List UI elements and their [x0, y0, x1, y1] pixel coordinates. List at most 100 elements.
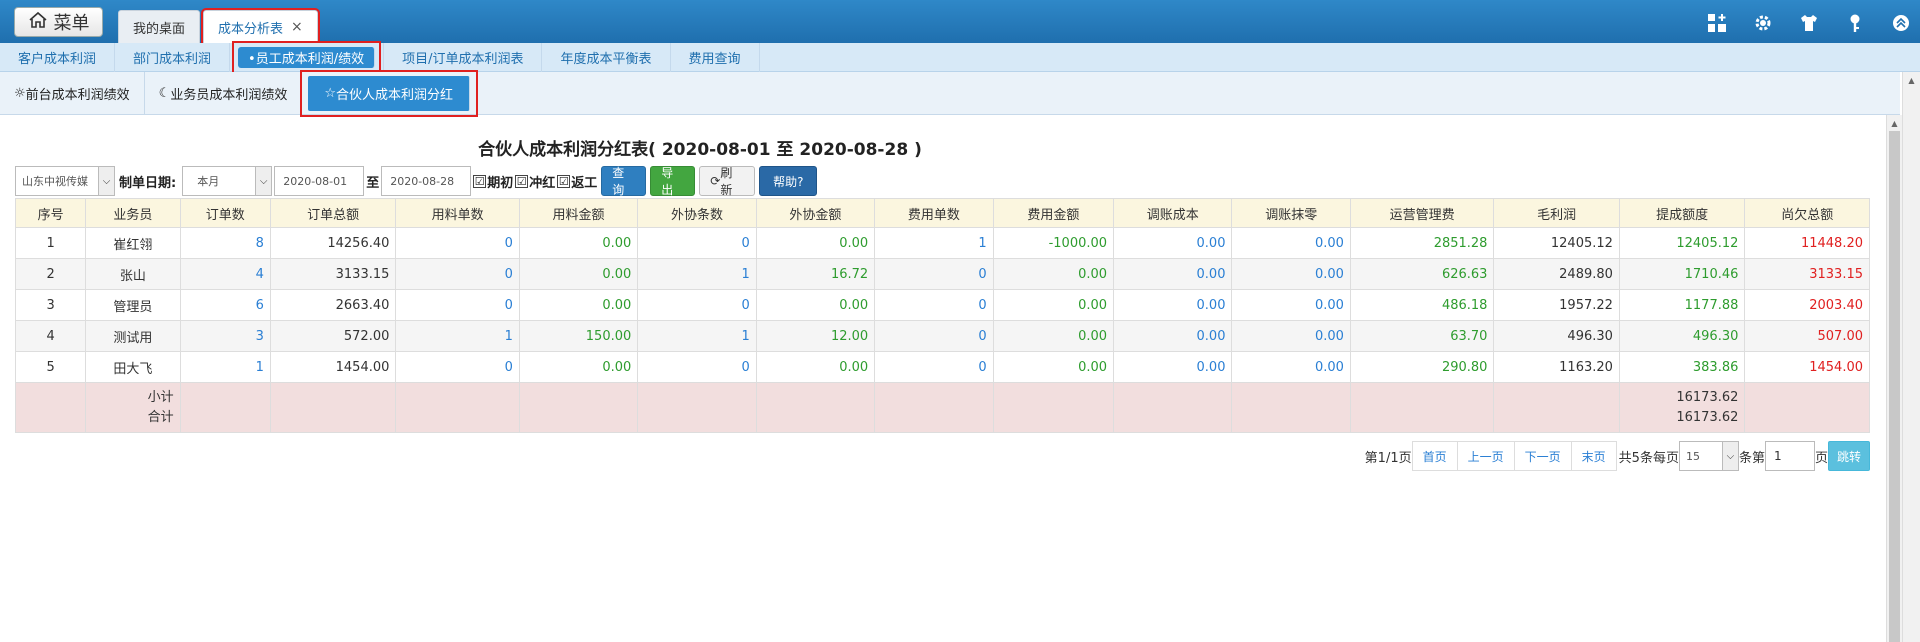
- table-cell[interactable]: 1: [637, 258, 757, 290]
- per-page-value: 15: [1685, 449, 1700, 463]
- col-header: 用料金额: [518, 198, 639, 228]
- per-page-select[interactable]: 15 ⌵: [1678, 441, 1739, 471]
- nav-customer-cost[interactable]: 客户成本利润: [0, 42, 116, 72]
- table-cell[interactable]: 0: [637, 351, 757, 383]
- table-cell[interactable]: 0: [395, 227, 520, 259]
- shirt-icon[interactable]: [1798, 12, 1820, 34]
- nav-expense-query[interactable]: 费用查询: [671, 42, 760, 72]
- help-button[interactable]: 帮助?: [759, 166, 818, 196]
- refresh-button[interactable]: ⟳ 刷新: [699, 166, 756, 197]
- table-cell: 0.00: [755, 351, 876, 383]
- summary-values: 16173.62 16173.62: [1618, 382, 1746, 433]
- company-value: 山东中视传媒: [22, 175, 88, 188]
- table-cell[interactable]: 0: [395, 258, 520, 290]
- summary-cell: [1493, 382, 1620, 433]
- gear-icon[interactable]: [1752, 12, 1774, 34]
- menu-button[interactable]: 菜单: [14, 7, 103, 37]
- table-cell: 383.86: [1618, 351, 1746, 383]
- menu-label: 菜单: [53, 13, 90, 34]
- grid-add-icon[interactable]: [1706, 12, 1728, 34]
- summary-cell: [637, 382, 757, 433]
- go-button[interactable]: 跳转: [1827, 441, 1870, 471]
- table-cell[interactable]: 0: [874, 320, 994, 352]
- last-page-button[interactable]: 末页: [1570, 441, 1617, 471]
- table-cell[interactable]: 8: [179, 227, 271, 259]
- table-cell: 0.00: [518, 258, 639, 290]
- nav-employee-cost-wrap: •员工成本利润/绩效: [232, 40, 382, 74]
- nav-front-desk-performance[interactable]: ☼ 前台成本利润绩效: [0, 71, 145, 115]
- prev-page-button[interactable]: 上一页: [1456, 441, 1515, 471]
- filter-bar: 山东中视传媒 ⌵ 制单日期: 本月 ⌵ 2020-08-01 至 2020-08…: [15, 166, 818, 197]
- table-cell: 626.63: [1349, 258, 1495, 290]
- table-cell: 1957.22: [1493, 289, 1620, 321]
- table-cell: 3133.15: [269, 258, 397, 290]
- table-row[interactable]: 4 测试用 3 572.00 1 150.00 1 12.00 0 0.00 0.00 0.00 63.…: [14, 320, 1870, 352]
- date-to-input[interactable]: 2020-08-28: [381, 166, 472, 196]
- nav-project-cost[interactable]: 项目/订单成本利润表: [383, 42, 543, 72]
- chevron-up-circle-icon[interactable]: [1890, 12, 1912, 34]
- table-cell[interactable]: 0: [637, 289, 757, 321]
- nav-label: 合伙人成本利润分红: [336, 87, 454, 103]
- nav-employee-cost[interactable]: •员工成本利润/绩效: [238, 46, 376, 68]
- date-from-input[interactable]: 2020-08-01: [274, 166, 365, 196]
- tab-cost-analysis[interactable]: 成本分析表 ×: [201, 8, 320, 45]
- table-cell[interactable]: 1: [874, 227, 994, 259]
- table-cell[interactable]: 0: [874, 289, 994, 321]
- table-cell[interactable]: 4: [179, 258, 271, 290]
- table-cell: 14256.40: [269, 227, 397, 259]
- table-cell[interactable]: 0: [395, 351, 520, 383]
- col-header: 费用金额: [992, 198, 1115, 228]
- nav-partner-dividend[interactable]: ☆ 合伙人成本利润分红: [308, 75, 471, 111]
- table-row[interactable]: 5 田大飞 1 1454.00 0 0.00 0 0.00 0 0.00 0.00 0.00 290.8…: [14, 351, 1870, 383]
- table-cell[interactable]: 0: [874, 351, 994, 383]
- checkbox-reversal[interactable]: ☑ 冲红: [515, 172, 555, 191]
- nav-department-cost[interactable]: 部门成本利润: [115, 42, 231, 72]
- table-cell: 0.00: [1231, 351, 1351, 383]
- inner-scrollbar[interactable]: ▲: [1886, 115, 1902, 642]
- table-cell: 田大飞: [85, 351, 181, 383]
- scroll-up-icon[interactable]: ▲: [1887, 115, 1902, 131]
- chevron-down-icon: ⌵: [1721, 442, 1738, 470]
- export-button[interactable]: 导出: [650, 166, 696, 197]
- table-cell[interactable]: 1: [395, 320, 520, 352]
- table-cell[interactable]: 0: [637, 227, 757, 259]
- table-cell[interactable]: 0: [874, 258, 994, 290]
- query-button[interactable]: 查询: [601, 166, 647, 197]
- summary-cell: [1744, 382, 1870, 433]
- nav-salesperson-performance[interactable]: ☾ 业务员成本利润绩效: [145, 71, 303, 115]
- table-row[interactable]: 1 崔红翎 8 14256.40 0 0.00 0 0.00 1 -1000.00 0.00 0.00…: [14, 227, 1870, 259]
- table-row[interactable]: 2 张山 4 3133.15 0 0.00 1 16.72 0 0.00 0.00 0.00 626.6…: [14, 258, 1870, 290]
- table-cell: 2489.80: [1493, 258, 1620, 290]
- table-cell: 0.00: [518, 351, 639, 383]
- summary-labels: 小计 合计: [85, 382, 181, 433]
- nav-annual-balance[interactable]: 年度成本平衡表: [542, 42, 671, 72]
- table-row[interactable]: 3 管理员 6 2663.40 0 0.00 0 0.00 0 0.00 0.00 0.00 486.1…: [14, 289, 1870, 321]
- period-select[interactable]: 本月 ⌵: [182, 166, 273, 196]
- scroll-up-icon[interactable]: ▲: [1903, 72, 1920, 88]
- first-page-button[interactable]: 首页: [1411, 441, 1458, 471]
- page-number-input[interactable]: 1: [1764, 441, 1815, 471]
- scrollbar-thumb[interactable]: [1889, 131, 1900, 642]
- next-page-button[interactable]: 下一页: [1513, 441, 1572, 471]
- tab-desktop[interactable]: 我的桌面: [118, 10, 201, 43]
- table-cell[interactable]: 6: [179, 289, 271, 321]
- close-icon[interactable]: ×: [291, 19, 303, 35]
- company-select[interactable]: 山东中视传媒 ⌵: [15, 166, 115, 196]
- table-cell: 1: [14, 227, 87, 259]
- table-cell[interactable]: 3: [179, 320, 271, 352]
- key-icon[interactable]: [1844, 12, 1866, 34]
- col-header: 尚欠总额: [1744, 198, 1870, 228]
- subtotal-value: 16173.62: [1676, 389, 1739, 405]
- table-cell[interactable]: 1: [637, 320, 757, 352]
- checkbox-opening[interactable]: ☑ 期初: [473, 172, 513, 191]
- col-header: 业务员: [85, 198, 181, 228]
- table-cell[interactable]: 0: [395, 289, 520, 321]
- table-cell: 0.00: [518, 289, 639, 321]
- table-cell: 0.00: [1113, 258, 1233, 290]
- outer-scrollbar[interactable]: ▲: [1902, 72, 1920, 642]
- checkbox-rework[interactable]: ☑ 返工: [557, 172, 597, 191]
- table-cell: 2003.40: [1744, 289, 1870, 321]
- summary-cell: [1231, 382, 1351, 433]
- sun-icon: ☼: [14, 85, 26, 101]
- table-cell[interactable]: 1: [179, 351, 271, 383]
